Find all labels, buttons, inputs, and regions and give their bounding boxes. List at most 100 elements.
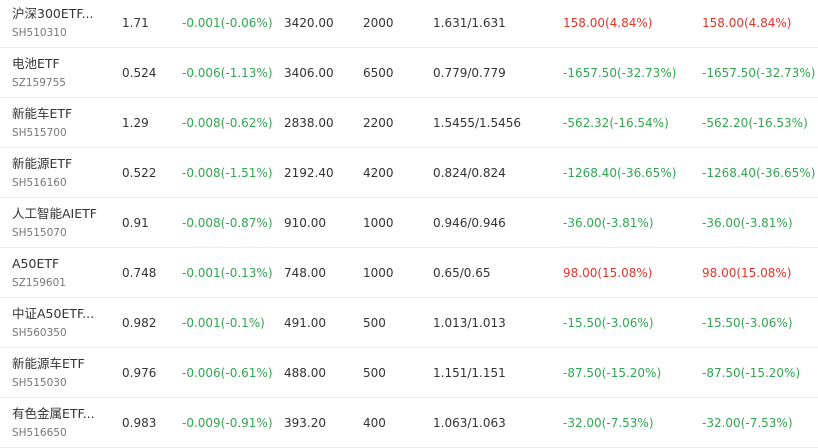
security-code: SH515070	[12, 226, 67, 239]
cost-cell: 0.946/0.946	[433, 215, 506, 230]
price-cell: 0.976	[122, 365, 157, 380]
table-row[interactable]: 新能源车ETF SH515030 0.976 -0.006(-0.61%) 488.00…	[0, 348, 818, 398]
security-name-cell[interactable]: 电池ETF SZ159755	[12, 48, 112, 97]
quantity-cell: 4200	[363, 165, 394, 180]
security-code: SH516160	[12, 176, 67, 189]
market-value-cell: 910.00	[284, 215, 326, 230]
profit-loss-cell: 158.00(4.84%)	[563, 15, 653, 30]
market-value-cell: 3406.00	[284, 65, 334, 80]
table-row[interactable]: A50ETF SZ159601 0.748 -0.001(-0.13%) 748.00 1…	[0, 248, 818, 298]
security-name-cell[interactable]: 沪深300ETF... SH510310	[12, 0, 112, 47]
security-code: SH560350	[12, 326, 67, 339]
security-name-cell[interactable]: A50ETF SZ159601	[12, 248, 112, 297]
security-name: 电池ETF	[12, 55, 60, 71]
profit-loss-total-cell: -87.50(-15.20%)	[702, 365, 801, 380]
profit-loss-total-cell: -562.20(-16.53%)	[702, 115, 808, 130]
table-row[interactable]: 电池ETF SZ159755 0.524 -0.006(-1.13%) 3406.00 6…	[0, 48, 818, 98]
market-value-cell: 748.00	[284, 265, 326, 280]
security-name-cell[interactable]: 新能源ETF SH516160	[12, 148, 112, 197]
security-code: SH515700	[12, 126, 67, 139]
quantity-cell: 6500	[363, 65, 394, 80]
cost-cell: 0.824/0.824	[433, 165, 506, 180]
market-value-cell: 491.00	[284, 315, 326, 330]
change-cell: -0.001(-0.13%)	[182, 265, 273, 280]
profit-loss-total-cell: -36.00(-3.81%)	[702, 215, 793, 230]
profit-loss-total-cell: 98.00(15.08%)	[702, 265, 792, 280]
change-cell: -0.001(-0.1%)	[182, 315, 265, 330]
profit-loss-cell: -1268.40(-36.65%)	[563, 165, 677, 180]
cost-cell: 1.151/1.151	[433, 365, 506, 380]
market-value-cell: 2192.40	[284, 165, 334, 180]
cost-cell: 0.65/0.65	[433, 265, 491, 280]
profit-loss-total-cell: -1657.50(-32.73%)	[702, 65, 816, 80]
profit-loss-cell: 98.00(15.08%)	[563, 265, 653, 280]
price-cell: 0.522	[122, 165, 157, 180]
profit-loss-total-cell: 158.00(4.84%)	[702, 15, 792, 30]
quantity-cell: 2000	[363, 15, 394, 30]
profit-loss-total-cell: -32.00(-7.53%)	[702, 415, 793, 430]
change-cell: -0.008(-1.51%)	[182, 165, 273, 180]
profit-loss-cell: -87.50(-15.20%)	[563, 365, 662, 380]
security-name: 新能源ETF	[12, 155, 73, 171]
table-row[interactable]: 中证A50ETF... SH560350 0.982 -0.001(-0.1%) 491…	[0, 298, 818, 348]
cost-cell: 0.779/0.779	[433, 65, 506, 80]
change-cell: -0.001(-0.06%)	[182, 15, 273, 30]
price-cell: 0.982	[122, 315, 157, 330]
security-code: SH515030	[12, 376, 67, 389]
price-cell: 1.29	[122, 115, 149, 130]
profit-loss-cell: -562.32(-16.54%)	[563, 115, 669, 130]
profit-loss-cell: -36.00(-3.81%)	[563, 215, 654, 230]
price-cell: 0.748	[122, 265, 157, 280]
security-name: 有色金属ETF...	[12, 405, 95, 421]
change-cell: -0.008(-0.87%)	[182, 215, 273, 230]
security-name: 新能车ETF	[12, 105, 73, 121]
security-code: SZ159601	[12, 276, 66, 289]
security-code: SH516650	[12, 426, 67, 439]
security-name: 沪深300ETF...	[12, 5, 94, 21]
profit-loss-cell: -1657.50(-32.73%)	[563, 65, 677, 80]
table-row[interactable]: 沪深300ETF... SH510310 1.71 -0.001(-0.06%) 342…	[0, 0, 818, 48]
profit-loss-total-cell: -15.50(-3.06%)	[702, 315, 793, 330]
security-name-cell[interactable]: 人工智能AIETF SH515070	[12, 198, 112, 247]
security-name-cell[interactable]: 中证A50ETF... SH560350	[12, 298, 112, 347]
change-cell: -0.008(-0.62%)	[182, 115, 273, 130]
quantity-cell: 1000	[363, 265, 394, 280]
table-row[interactable]: 人工智能AIETF SH515070 0.91 -0.008(-0.87%) 910.0…	[0, 198, 818, 248]
price-cell: 0.91	[122, 215, 149, 230]
price-cell: 0.524	[122, 65, 157, 80]
quantity-cell: 500	[363, 365, 386, 380]
security-name: 新能源车ETF	[12, 355, 85, 371]
change-cell: -0.006(-1.13%)	[182, 65, 273, 80]
quantity-cell: 2200	[363, 115, 394, 130]
security-name: A50ETF	[12, 255, 60, 271]
profit-loss-cell: -15.50(-3.06%)	[563, 315, 654, 330]
security-name-cell[interactable]: 新能源车ETF SH515030	[12, 348, 112, 397]
price-cell: 0.983	[122, 415, 157, 430]
quantity-cell: 500	[363, 315, 386, 330]
table-row[interactable]: 新能源ETF SH516160 0.522 -0.008(-1.51%) 2192.40…	[0, 148, 818, 198]
table-row[interactable]: 新能车ETF SH515700 1.29 -0.008(-0.62%) 2838.00 2…	[0, 98, 818, 148]
market-value-cell: 2838.00	[284, 115, 334, 130]
security-code: SH510310	[12, 26, 67, 39]
profit-loss-cell: -32.00(-7.53%)	[563, 415, 654, 430]
security-name-cell[interactable]: 有色金属ETF... SH516650	[12, 398, 112, 447]
quantity-cell: 1000	[363, 215, 394, 230]
security-name: 中证A50ETF...	[12, 305, 95, 321]
change-cell: -0.006(-0.61%)	[182, 365, 273, 380]
cost-cell: 1.5455/1.5456	[433, 115, 522, 130]
security-name-cell[interactable]: 新能车ETF SH515700	[12, 98, 112, 147]
market-value-cell: 3420.00	[284, 15, 334, 30]
cost-cell: 1.063/1.063	[433, 415, 506, 430]
profit-loss-total-cell: -1268.40(-36.65%)	[702, 165, 816, 180]
market-value-cell: 488.00	[284, 365, 326, 380]
holdings-table: 沪深300ETF... SH510310 1.71 -0.001(-0.06%) 342…	[0, 0, 818, 448]
security-code: SZ159755	[12, 76, 66, 89]
price-cell: 1.71	[122, 15, 149, 30]
table-row[interactable]: 有色金属ETF... SH516650 0.983 -0.009(-0.91%) 393…	[0, 398, 818, 448]
cost-cell: 1.631/1.631	[433, 15, 506, 30]
quantity-cell: 400	[363, 415, 386, 430]
security-name: 人工智能AIETF	[12, 205, 97, 221]
change-cell: -0.009(-0.91%)	[182, 415, 273, 430]
market-value-cell: 393.20	[284, 415, 326, 430]
cost-cell: 1.013/1.013	[433, 315, 506, 330]
